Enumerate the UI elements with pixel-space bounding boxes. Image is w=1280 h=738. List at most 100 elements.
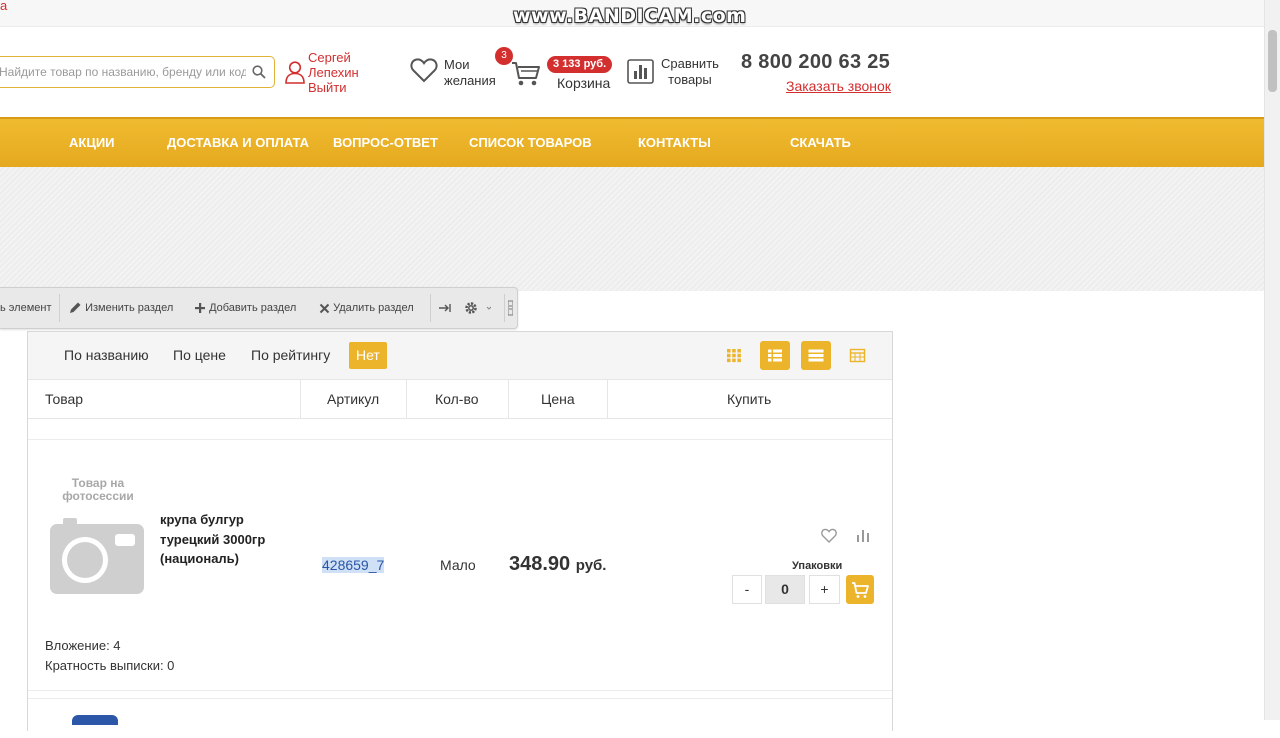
sort-by-name[interactable]: По названию bbox=[64, 347, 149, 363]
plus-icon bbox=[195, 303, 205, 314]
product-name[interactable]: крупа булгур турецкий 3000гр (националь) bbox=[160, 510, 300, 569]
search-input[interactable] bbox=[0, 65, 246, 79]
heart-icon[interactable] bbox=[410, 57, 438, 83]
nav-item-product-list[interactable]: СПИСОК ТОВАРОВ bbox=[469, 119, 592, 167]
view-rows-button[interactable] bbox=[801, 341, 831, 370]
view-grid-button[interactable] bbox=[719, 341, 749, 370]
nav-item-download[interactable]: СКАЧАТЬ bbox=[790, 119, 851, 167]
gear-icon bbox=[465, 302, 492, 314]
product-price: 348.90 руб. bbox=[509, 553, 606, 576]
qty-input[interactable]: 0 bbox=[765, 575, 805, 604]
sort-none-active[interactable]: Нет bbox=[349, 342, 387, 369]
compare-link[interactable]: Сравнить товары bbox=[661, 56, 719, 88]
user-first-name[interactable]: Сергей bbox=[308, 50, 359, 65]
search-icon[interactable] bbox=[252, 65, 266, 79]
add-to-compare-icon[interactable] bbox=[856, 528, 870, 542]
rows-icon bbox=[808, 349, 824, 362]
sort-by-rating[interactable]: По рейтингу bbox=[251, 347, 330, 363]
wishlist-line1: Мои bbox=[444, 57, 470, 72]
toolbar-settings-button[interactable] bbox=[463, 288, 492, 328]
view-table-button[interactable] bbox=[842, 341, 872, 370]
toolbar-drag-handle[interactable] bbox=[507, 288, 514, 328]
bandicam-watermark: www.BANDICAM.com bbox=[513, 5, 747, 27]
add-to-cart-button[interactable] bbox=[846, 575, 874, 604]
col-product: Товар bbox=[45, 391, 84, 407]
cart-sum-badge: 3 133 руб. bbox=[547, 56, 613, 73]
table-row bbox=[28, 698, 892, 738]
col-divider bbox=[406, 380, 407, 419]
view-list-button[interactable] bbox=[760, 341, 790, 370]
toolbar-divider bbox=[504, 294, 505, 322]
user-block: Сергей Лепехин Выйти bbox=[308, 50, 359, 95]
cart-icon[interactable] bbox=[511, 60, 541, 88]
compare-line1: Сравнить bbox=[661, 56, 719, 71]
toolbar-pin-button[interactable] bbox=[439, 288, 451, 328]
add-section-label: Добавить раздел bbox=[209, 302, 297, 314]
page-scrollbar[interactable] bbox=[1264, 0, 1280, 720]
product-thumbnail[interactable] bbox=[72, 715, 118, 725]
toolbar-divider bbox=[430, 294, 431, 322]
user-icon[interactable] bbox=[284, 60, 306, 84]
add-to-wishlist-icon[interactable] bbox=[821, 528, 837, 543]
camera-icon[interactable] bbox=[49, 518, 145, 594]
edit-section-label: Изменить раздел bbox=[85, 302, 174, 314]
catalog-panel: По названию По цене По рейтингу Нет Това… bbox=[27, 331, 893, 731]
admin-toolbar: ь элемент Изменить раздел Добавить разде… bbox=[0, 287, 518, 329]
banner-area bbox=[0, 167, 1264, 291]
col-divider bbox=[508, 380, 509, 419]
nav-item-contacts[interactable]: КОНТАКТЫ bbox=[638, 119, 711, 167]
compare-line2: товары bbox=[668, 72, 712, 87]
search-box bbox=[0, 56, 275, 88]
callback-link[interactable]: Заказать звонок bbox=[786, 78, 891, 94]
list-icon bbox=[768, 349, 782, 362]
wishlist-line2: желания bbox=[444, 73, 496, 88]
scrollbar-thumb[interactable] bbox=[1268, 30, 1277, 92]
edit-section-button[interactable]: Изменить раздел bbox=[68, 288, 173, 328]
col-sku: Артикул bbox=[327, 391, 380, 407]
col-buy: Купить bbox=[727, 391, 772, 407]
phone-number: 8 800 200 63 25 bbox=[741, 51, 891, 73]
col-qty: Кол-во bbox=[435, 391, 479, 407]
cart-icon bbox=[852, 582, 869, 598]
nav-item-faq[interactable]: ВОПРОС-ОТВЕТ bbox=[333, 119, 438, 167]
drag-handle-icon bbox=[507, 300, 514, 316]
nav-item-promos[interactable]: АКЦИИ bbox=[69, 119, 115, 167]
grid-icon bbox=[727, 349, 741, 363]
table-row: Товар на фотосессии крупа булгур турецки… bbox=[28, 439, 892, 691]
product-qty: Мало bbox=[440, 557, 476, 573]
product-sku: 428659_7 bbox=[322, 557, 385, 573]
wishlist-link[interactable]: Мои желания bbox=[444, 57, 496, 89]
qty-increment-button[interactable]: + bbox=[809, 575, 840, 604]
logout-link[interactable]: Выйти bbox=[308, 80, 359, 95]
photo-label-line2: фотосессии bbox=[62, 489, 134, 503]
product-multiplicity: Кратность выписки: 0 bbox=[45, 658, 175, 673]
table-header: Товар Артикул Кол-во Цена Купить bbox=[28, 380, 892, 419]
edit-element-button[interactable]: ь элемент bbox=[0, 288, 52, 328]
close-icon bbox=[319, 303, 330, 313]
sort-bar: По названию По цене По рейтингу Нет bbox=[28, 332, 892, 380]
toolbar-divider bbox=[59, 294, 60, 322]
top-strip-fragment: а bbox=[0, 0, 8, 13]
pencil-icon bbox=[70, 302, 81, 314]
compare-icon[interactable] bbox=[627, 59, 654, 84]
price-currency: руб. bbox=[575, 557, 607, 574]
product-nesting: Вложение: 4 bbox=[45, 638, 121, 653]
qty-decrement-button[interactable]: - bbox=[732, 575, 762, 604]
nav-item-delivery[interactable]: ДОСТАВКА И ОПЛАТА bbox=[167, 119, 309, 167]
delete-section-label: Удалить раздел bbox=[333, 302, 414, 314]
col-price: Цена bbox=[541, 391, 575, 407]
table-icon bbox=[849, 348, 866, 363]
sort-by-price[interactable]: По цене bbox=[173, 347, 226, 363]
delete-section-button[interactable]: Удалить раздел bbox=[319, 288, 414, 328]
price-value: 348.90 bbox=[509, 553, 571, 575]
pin-icon bbox=[439, 304, 451, 313]
product-sku-value: 428659_7 bbox=[322, 557, 385, 573]
pack-label: Упаковки bbox=[792, 560, 843, 572]
user-last-name[interactable]: Лепехин bbox=[308, 65, 359, 80]
main-nav: АКЦИИ ДОСТАВКА И ОПЛАТА ВОПРОС-ОТВЕТ СПИ… bbox=[0, 117, 1264, 167]
photo-placeholder-label: Товар на фотосессии bbox=[58, 477, 138, 503]
col-divider bbox=[300, 380, 301, 419]
add-section-button[interactable]: Добавить раздел bbox=[194, 288, 296, 328]
col-divider bbox=[607, 380, 608, 419]
cart-label[interactable]: Корзина bbox=[557, 75, 610, 91]
